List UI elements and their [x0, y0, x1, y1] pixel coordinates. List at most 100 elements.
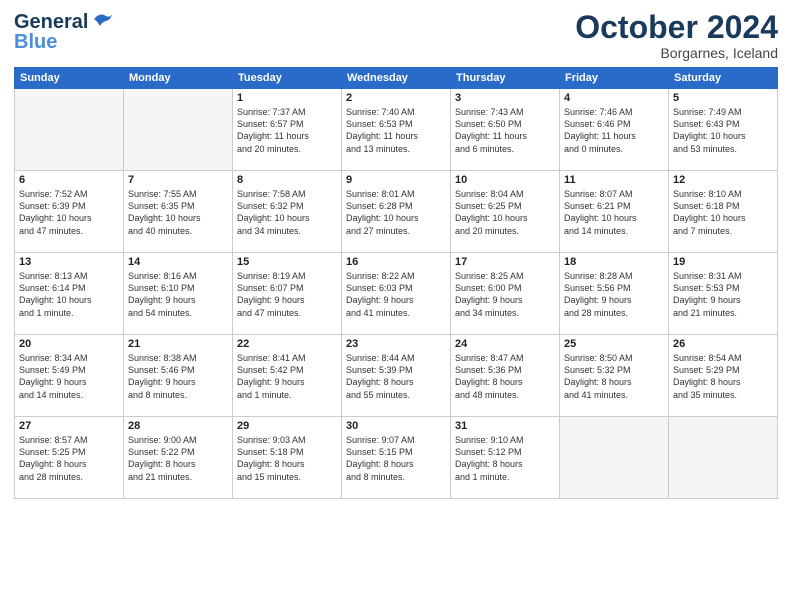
day-info: Sunrise: 8:04 AM Sunset: 6:25 PM Dayligh…	[455, 188, 555, 237]
day-info: Sunrise: 8:28 AM Sunset: 5:56 PM Dayligh…	[564, 270, 664, 319]
calendar-cell: 29 Sunrise: 9:03 AM Sunset: 5:18 PM Dayli…	[233, 417, 342, 499]
day-info: Sunrise: 7:43 AM Sunset: 6:50 PM Dayligh…	[455, 106, 555, 155]
calendar-cell: 16Sunrise: 8:22 AM Sunset: 6:03 PM Dayli…	[342, 253, 451, 335]
col-sunday: Sunday	[15, 68, 124, 89]
calendar-header: Sunday Monday Tuesday Wednesday Thursday…	[15, 68, 778, 89]
day-number: 7	[128, 174, 228, 186]
day-info: Sunrise: 8:38 AM Sunset: 5:46 PM Dayligh…	[128, 352, 228, 401]
calendar-cell: 24 Sunrise: 8:47 AM Sunset: 5:36 PM Dayli…	[451, 335, 560, 417]
day-number: 4	[564, 92, 664, 104]
day-info: Sunrise: 8:31 AM Sunset: 5:53 PM Dayligh…	[673, 270, 773, 319]
page-header: General Blue October 2024 Borgarnes, Ice…	[14, 10, 778, 61]
day-number: 19	[673, 256, 773, 268]
day-info: Sunrise: 8:19 AM Sunset: 6:07 PM Dayligh…	[237, 270, 337, 319]
day-number: 26	[673, 338, 773, 350]
day-number: 21	[128, 338, 228, 350]
calendar-week-2: 6Sunrise: 7:52 AM Sunset: 6:39 PM Daylig…	[15, 171, 778, 253]
day-info: Sunrise: 8:10 AM Sunset: 6:18 PM Dayligh…	[673, 188, 773, 237]
calendar-cell: 10 Sunrise: 8:04 AM Sunset: 6:25 PM Dayli…	[451, 171, 560, 253]
calendar-cell: 22Sunrise: 8:41 AM Sunset: 5:42 PM Dayli…	[233, 335, 342, 417]
day-info: Sunrise: 8:25 AM Sunset: 6:00 PM Dayligh…	[455, 270, 555, 319]
day-number: 27	[19, 420, 119, 432]
calendar-cell: 11Sunrise: 8:07 AM Sunset: 6:21 PM Dayli…	[560, 171, 669, 253]
month-title: October 2024	[575, 10, 778, 45]
day-info: Sunrise: 8:16 AM Sunset: 6:10 PM Dayligh…	[128, 270, 228, 319]
calendar-cell	[15, 89, 124, 171]
day-number: 31	[455, 420, 555, 432]
day-info: Sunrise: 8:01 AM Sunset: 6:28 PM Dayligh…	[346, 188, 446, 237]
location: Borgarnes, Iceland	[575, 45, 778, 61]
calendar-cell: 28Sunrise: 9:00 AM Sunset: 5:22 PM Dayli…	[124, 417, 233, 499]
day-info: Sunrise: 7:40 AM Sunset: 6:53 PM Dayligh…	[346, 106, 446, 155]
calendar-cell: 20 Sunrise: 8:34 AM Sunset: 5:49 PM Dayli…	[15, 335, 124, 417]
calendar-week-3: 13 Sunrise: 8:13 AM Sunset: 6:14 PM Dayli…	[15, 253, 778, 335]
logo: General Blue	[14, 10, 114, 52]
day-number: 13	[19, 256, 119, 268]
calendar-cell	[669, 417, 778, 499]
calendar-cell	[560, 417, 669, 499]
calendar-week-1: 1Sunrise: 7:37 AM Sunset: 6:57 PM Daylig…	[15, 89, 778, 171]
day-info: Sunrise: 8:50 AM Sunset: 5:32 PM Dayligh…	[564, 352, 664, 401]
day-number: 30	[346, 420, 446, 432]
logo-bird-icon	[92, 10, 114, 34]
logo-blue: Blue	[14, 32, 57, 52]
day-number: 2	[346, 92, 446, 104]
calendar-body: 1Sunrise: 7:37 AM Sunset: 6:57 PM Daylig…	[15, 89, 778, 499]
calendar-cell: 4 Sunrise: 7:46 AM Sunset: 6:46 PM Daylig…	[560, 89, 669, 171]
calendar-cell: 31 Sunrise: 9:10 AM Sunset: 5:12 PM Dayli…	[451, 417, 560, 499]
day-info: Sunrise: 7:58 AM Sunset: 6:32 PM Dayligh…	[237, 188, 337, 237]
calendar-cell: 8 Sunrise: 7:58 AM Sunset: 6:32 PM Daylig…	[233, 171, 342, 253]
calendar-cell: 2 Sunrise: 7:40 AM Sunset: 6:53 PM Daylig…	[342, 89, 451, 171]
calendar-cell: 15 Sunrise: 8:19 AM Sunset: 6:07 PM Dayli…	[233, 253, 342, 335]
day-number: 24	[455, 338, 555, 350]
day-number: 3	[455, 92, 555, 104]
calendar-cell: 21 Sunrise: 8:38 AM Sunset: 5:46 PM Dayli…	[124, 335, 233, 417]
col-saturday: Saturday	[669, 68, 778, 89]
day-number: 14	[128, 256, 228, 268]
day-number: 18	[564, 256, 664, 268]
day-number: 28	[128, 420, 228, 432]
calendar-cell: 27 Sunrise: 8:57 AM Sunset: 5:25 PM Dayli…	[15, 417, 124, 499]
calendar-cell: 14 Sunrise: 8:16 AM Sunset: 6:10 PM Dayli…	[124, 253, 233, 335]
col-wednesday: Wednesday	[342, 68, 451, 89]
calendar-cell: 9 Sunrise: 8:01 AM Sunset: 6:28 PM Daylig…	[342, 171, 451, 253]
day-number: 15	[237, 256, 337, 268]
day-number: 16	[346, 256, 446, 268]
day-info: Sunrise: 9:10 AM Sunset: 5:12 PM Dayligh…	[455, 434, 555, 483]
day-number: 8	[237, 174, 337, 186]
calendar-cell: 12 Sunrise: 8:10 AM Sunset: 6:18 PM Dayli…	[669, 171, 778, 253]
day-info: Sunrise: 7:55 AM Sunset: 6:35 PM Dayligh…	[128, 188, 228, 237]
day-number: 29	[237, 420, 337, 432]
day-number: 5	[673, 92, 773, 104]
calendar-cell: 18 Sunrise: 8:28 AM Sunset: 5:56 PM Dayli…	[560, 253, 669, 335]
col-thursday: Thursday	[451, 68, 560, 89]
day-info: Sunrise: 9:07 AM Sunset: 5:15 PM Dayligh…	[346, 434, 446, 483]
day-number: 6	[19, 174, 119, 186]
day-info: Sunrise: 8:57 AM Sunset: 5:25 PM Dayligh…	[19, 434, 119, 483]
title-area: October 2024 Borgarnes, Iceland	[575, 10, 778, 61]
day-info: Sunrise: 8:54 AM Sunset: 5:29 PM Dayligh…	[673, 352, 773, 401]
calendar-cell: 19 Sunrise: 8:31 AM Sunset: 5:53 PM Dayli…	[669, 253, 778, 335]
calendar-cell: 17 Sunrise: 8:25 AM Sunset: 6:00 PM Dayli…	[451, 253, 560, 335]
day-info: Sunrise: 8:44 AM Sunset: 5:39 PM Dayligh…	[346, 352, 446, 401]
day-info: Sunrise: 7:46 AM Sunset: 6:46 PM Dayligh…	[564, 106, 664, 155]
day-number: 10	[455, 174, 555, 186]
day-number: 9	[346, 174, 446, 186]
calendar-cell: 13 Sunrise: 8:13 AM Sunset: 6:14 PM Dayli…	[15, 253, 124, 335]
calendar-cell: 23Sunrise: 8:44 AM Sunset: 5:39 PM Dayli…	[342, 335, 451, 417]
day-number: 20	[19, 338, 119, 350]
day-info: Sunrise: 8:13 AM Sunset: 6:14 PM Dayligh…	[19, 270, 119, 319]
calendar-cell: 26 Sunrise: 8:54 AM Sunset: 5:29 PM Dayli…	[669, 335, 778, 417]
day-number: 12	[673, 174, 773, 186]
logo-general: General	[14, 11, 88, 33]
day-number: 17	[455, 256, 555, 268]
day-info: Sunrise: 8:34 AM Sunset: 5:49 PM Dayligh…	[19, 352, 119, 401]
day-info: Sunrise: 7:37 AM Sunset: 6:57 PM Dayligh…	[237, 106, 337, 155]
calendar-week-4: 20 Sunrise: 8:34 AM Sunset: 5:49 PM Dayli…	[15, 335, 778, 417]
day-info: Sunrise: 9:03 AM Sunset: 5:18 PM Dayligh…	[237, 434, 337, 483]
day-info: Sunrise: 8:47 AM Sunset: 5:36 PM Dayligh…	[455, 352, 555, 401]
calendar-table: Sunday Monday Tuesday Wednesday Thursday…	[14, 67, 778, 499]
col-tuesday: Tuesday	[233, 68, 342, 89]
calendar-week-5: 27 Sunrise: 8:57 AM Sunset: 5:25 PM Dayli…	[15, 417, 778, 499]
day-number: 22	[237, 338, 337, 350]
